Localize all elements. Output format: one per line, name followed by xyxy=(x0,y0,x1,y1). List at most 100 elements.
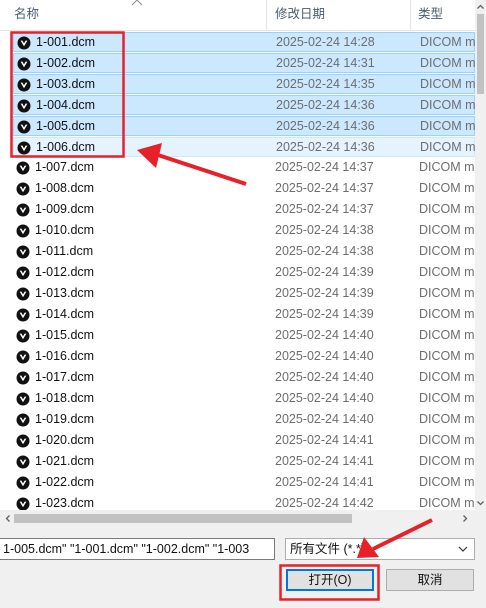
column-header-name[interactable]: 名称 xyxy=(14,0,39,30)
dicom-viewer-icon xyxy=(17,120,31,134)
sort-ascending-icon xyxy=(131,0,143,6)
file-type: DICOM m xyxy=(419,454,475,468)
file-modified-date: 2025-02-24 14:38 xyxy=(275,223,374,237)
dialog-footer: 1-005.dcm" "1-001.dcm" "1-002.dcm" "1-00… xyxy=(0,527,486,608)
file-row[interactable]: 1-022.dcm 2025-02-24 14:41 DICOM m xyxy=(13,473,475,493)
file-type: DICOM m xyxy=(420,35,475,49)
file-row[interactable]: 1-002.dcm 2025-02-24 14:31 DICOM m xyxy=(13,53,475,73)
file-row[interactable]: 1-019.dcm 2025-02-24 14:40 DICOM m xyxy=(13,410,475,430)
vertical-scrollbar[interactable] xyxy=(475,0,486,510)
file-row[interactable]: 1-018.dcm 2025-02-24 14:40 DICOM m xyxy=(13,389,475,409)
file-row[interactable]: 1-007.dcm 2025-02-24 14:37 DICOM m xyxy=(13,158,475,178)
dicom-viewer-icon xyxy=(16,245,30,259)
open-button[interactable]: 打开(O) xyxy=(286,569,374,591)
dicom-viewer-icon xyxy=(16,413,30,427)
file-row[interactable]: 1-017.dcm 2025-02-24 14:40 DICOM m xyxy=(13,368,475,388)
file-row[interactable]: 1-010.dcm 2025-02-24 14:38 DICOM m xyxy=(13,221,475,241)
file-type: DICOM m xyxy=(419,496,475,510)
file-modified-date: 2025-02-24 14:41 xyxy=(275,454,374,468)
file-list[interactable]: 1-001.dcm 2025-02-24 14:28 DICOM m 1-002.dc… xyxy=(0,30,475,510)
scrollbar-corner xyxy=(475,510,486,527)
column-divider[interactable] xyxy=(266,0,267,30)
dicom-viewer-icon xyxy=(17,57,31,71)
file-type: DICOM m xyxy=(419,412,475,426)
scroll-left-arrow-icon[interactable] xyxy=(2,512,14,525)
file-row[interactable]: 1-015.dcm 2025-02-24 14:40 DICOM m xyxy=(13,326,475,346)
column-header-type[interactable]: 类型 xyxy=(418,0,443,30)
file-modified-date: 2025-02-24 14:37 xyxy=(275,181,374,195)
scroll-down-arrow-icon[interactable] xyxy=(475,496,486,510)
file-type-selected-label: 所有文件 (*.*) xyxy=(290,542,366,556)
column-header-bar: 名称 修改日期 类型 xyxy=(0,0,475,31)
file-row[interactable]: 1-016.dcm 2025-02-24 14:40 DICOM m xyxy=(13,347,475,367)
dicom-viewer-icon xyxy=(16,203,30,217)
column-header-date[interactable]: 修改日期 xyxy=(275,0,325,30)
dicom-viewer-icon xyxy=(16,308,30,322)
file-row[interactable]: 1-004.dcm 2025-02-24 14:36 DICOM m xyxy=(13,95,475,115)
file-type: DICOM m xyxy=(419,244,475,258)
file-name: 1-005.dcm xyxy=(36,119,96,133)
file-name: 1-006.dcm xyxy=(36,140,96,154)
cancel-button[interactable]: 取消 xyxy=(386,569,474,591)
file-row[interactable]: 1-001.dcm 2025-02-24 14:28 DICOM m xyxy=(13,32,475,52)
scroll-up-arrow-icon[interactable] xyxy=(475,0,486,14)
file-row[interactable]: 1-013.dcm 2025-02-24 14:39 DICOM m xyxy=(13,284,475,304)
file-name: 1-002.dcm xyxy=(36,56,96,70)
file-name: 1-022.dcm xyxy=(35,475,95,489)
horizontal-scroll-thumb[interactable] xyxy=(14,514,352,523)
dicom-viewer-icon xyxy=(16,182,30,196)
file-type: DICOM m xyxy=(419,160,475,174)
file-modified-date: 2025-02-24 14:36 xyxy=(276,140,375,154)
file-modified-date: 2025-02-24 14:38 xyxy=(275,244,374,258)
file-type-select[interactable]: 所有文件 (*.*) xyxy=(285,538,475,560)
file-name: 1-003.dcm xyxy=(36,77,96,91)
file-name: 1-001.dcm xyxy=(36,35,96,49)
file-type: DICOM m xyxy=(419,181,475,195)
file-modified-date: 2025-02-24 14:40 xyxy=(275,370,374,384)
dicom-viewer-icon xyxy=(16,455,30,469)
file-modified-date: 2025-02-24 14:40 xyxy=(275,391,374,405)
file-type: DICOM m xyxy=(419,328,475,342)
file-row[interactable]: 1-023.dcm 2025-02-24 14:42 DICOM m xyxy=(13,494,475,510)
dicom-viewer-icon xyxy=(16,476,30,490)
column-divider[interactable] xyxy=(410,0,411,30)
file-row[interactable]: 1-011.dcm 2025-02-24 14:38 DICOM m xyxy=(13,242,475,262)
file-type: DICOM m xyxy=(420,119,475,133)
filename-input[interactable]: 1-005.dcm" "1-001.dcm" "1-002.dcm" "1-00… xyxy=(0,538,275,560)
file-name: 1-013.dcm xyxy=(35,286,95,300)
dicom-viewer-icon xyxy=(16,287,30,301)
file-row[interactable]: 1-006.dcm 2025-02-24 14:36 DICOM m xyxy=(13,137,475,157)
file-name: 1-015.dcm xyxy=(35,328,95,342)
file-row[interactable]: 1-009.dcm 2025-02-24 14:37 DICOM m xyxy=(13,200,475,220)
file-modified-date: 2025-02-24 14:40 xyxy=(275,349,374,363)
file-type: DICOM m xyxy=(419,349,475,363)
file-row[interactable]: 1-008.dcm 2025-02-24 14:37 DICOM m xyxy=(13,179,475,199)
scroll-right-arrow-icon[interactable] xyxy=(459,512,471,525)
file-type: DICOM m xyxy=(419,286,475,300)
file-row[interactable]: 1-003.dcm 2025-02-24 14:35 DICOM m xyxy=(13,74,475,94)
file-name: 1-016.dcm xyxy=(35,349,95,363)
file-name: 1-012.dcm xyxy=(35,265,95,279)
file-row[interactable]: 1-005.dcm 2025-02-24 14:36 DICOM m xyxy=(13,116,475,136)
file-row[interactable]: 1-021.dcm 2025-02-24 14:41 DICOM m xyxy=(13,452,475,472)
file-type: DICOM m xyxy=(420,140,475,154)
file-type: DICOM m xyxy=(420,56,475,70)
chevron-down-icon xyxy=(458,546,468,552)
file-name: 1-017.dcm xyxy=(35,370,95,384)
file-row[interactable]: 1-012.dcm 2025-02-24 14:39 DICOM m xyxy=(13,263,475,283)
file-name: 1-023.dcm xyxy=(35,496,95,510)
file-name: 1-007.dcm xyxy=(35,160,95,174)
vertical-scroll-thumb[interactable] xyxy=(477,14,484,94)
file-type: DICOM m xyxy=(419,202,475,216)
file-row[interactable]: 1-014.dcm 2025-02-24 14:39 DICOM m xyxy=(13,305,475,325)
file-type: DICOM m xyxy=(419,475,475,489)
dicom-viewer-icon xyxy=(17,141,31,155)
horizontal-scrollbar[interactable] xyxy=(0,510,475,527)
file-row[interactable]: 1-020.dcm 2025-02-24 14:41 DICOM m xyxy=(13,431,475,451)
file-modified-date: 2025-02-24 14:42 xyxy=(275,496,374,510)
file-modified-date: 2025-02-24 14:40 xyxy=(275,412,374,426)
file-name: 1-010.dcm xyxy=(35,223,95,237)
file-modified-date: 2025-02-24 14:39 xyxy=(275,307,374,321)
file-modified-date: 2025-02-24 14:40 xyxy=(275,328,374,342)
dicom-viewer-icon xyxy=(16,434,30,448)
